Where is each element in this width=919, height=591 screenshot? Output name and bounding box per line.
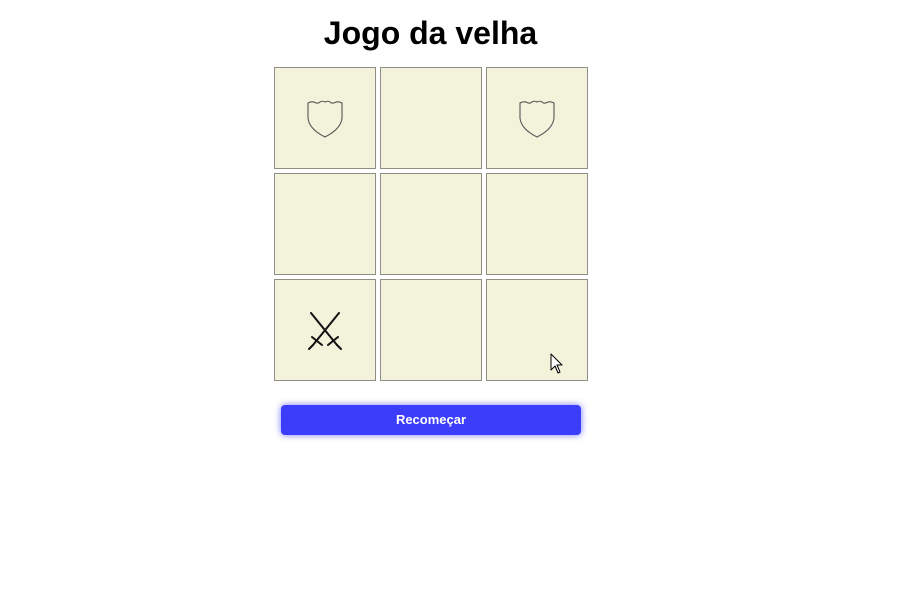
board-cell-r1-c1[interactable]	[274, 67, 376, 169]
game-board	[274, 67, 588, 381]
board-cell-r2-c1[interactable]	[274, 173, 376, 275]
board-cell-r3-c1[interactable]	[274, 279, 376, 381]
page-title: Jogo da velha	[323, 15, 538, 51]
shield-icon	[519, 100, 555, 138]
board-cell-r2-c3[interactable]	[486, 173, 588, 275]
board-cell-r1-c2[interactable]	[380, 67, 482, 169]
restart-button[interactable]: Recomeçar	[281, 405, 581, 435]
board-cell-r3-c3[interactable]	[486, 279, 588, 381]
crossed-swords-icon	[308, 312, 342, 350]
board-cell-r1-c3[interactable]	[486, 67, 588, 169]
board-cell-r2-c2[interactable]	[380, 173, 482, 275]
board-cell-r3-c2[interactable]	[380, 279, 482, 381]
shield-icon	[307, 100, 343, 138]
page: Jogo da velha Recomeçar	[0, 0, 919, 591]
